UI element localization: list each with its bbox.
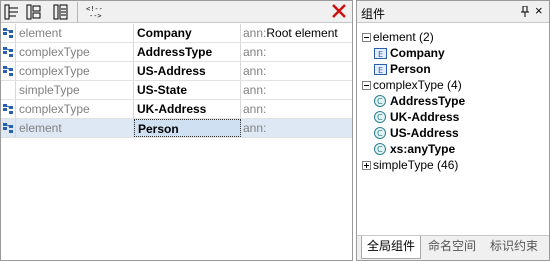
tree-group-simpletype[interactable]: simpleType (46) <box>362 157 458 173</box>
tree-item-label: xs:anyType <box>390 142 456 156</box>
table-row[interactable]: complexType AddressType ann: <box>1 43 352 62</box>
annotation-value: Root element <box>266 26 338 40</box>
tree-group-label: simpleType (46) <box>373 158 459 172</box>
component-kind: complexType <box>16 43 134 61</box>
element-icon: E <box>373 47 387 59</box>
svg-text:-->: --> <box>89 12 102 20</box>
panel-title-bar: 组件 × <box>357 1 549 23</box>
svg-text:C: C <box>377 97 383 106</box>
annotation-cell[interactable]: ann: <box>241 100 352 118</box>
component-link-icon[interactable] <box>1 119 16 137</box>
svg-text:E: E <box>378 50 383 59</box>
comment-icon[interactable]: <!-- --> <box>84 3 106 21</box>
component-kind: complexType <box>16 100 134 118</box>
component-link-icon[interactable] <box>1 100 16 118</box>
tree-item[interactable]: C UK-Address <box>373 109 459 125</box>
table-row[interactable]: complexType UK-Address ann: <box>1 100 352 119</box>
list-view-icon[interactable] <box>52 3 70 21</box>
tab-global-components[interactable]: 全局组件 <box>361 236 421 259</box>
annotation-cell[interactable]: ann: <box>241 81 352 99</box>
annotation-cell[interactable]: ann: <box>241 119 352 137</box>
component-link-icon[interactable] <box>1 43 16 61</box>
svg-text:C: C <box>377 113 383 122</box>
toolbar: <!-- --> <box>1 1 352 23</box>
tree-item[interactable]: C xs:anyType <box>373 141 455 157</box>
components-panel: 组件 × element (2) E Company E Person comp… <box>356 0 550 261</box>
annotation-label: ann: <box>243 64 267 78</box>
schema-overview-pane: <!-- --> element Company ann:Root element… <box>0 0 353 261</box>
annotation-cell[interactable]: ann: <box>241 43 352 61</box>
annotation-label: ann: <box>243 121 267 135</box>
complex-type-icon: C <box>373 95 387 107</box>
annotation-cell[interactable]: ann:Root element <box>241 24 352 42</box>
tree-item[interactable]: C AddressType <box>373 93 465 109</box>
component-link-icon[interactable] <box>1 62 16 80</box>
insert-component-icon[interactable] <box>3 3 21 21</box>
tree-item[interactable]: C US-Address <box>373 125 459 141</box>
complex-type-icon: C <box>373 111 387 123</box>
tree-item[interactable]: E Person <box>373 61 431 77</box>
tree-item-label: UK-Address <box>390 110 460 124</box>
panel-title: 组件 <box>361 7 386 21</box>
svg-text:C: C <box>377 129 383 138</box>
close-icon[interactable]: × <box>535 4 543 18</box>
table-row[interactable]: complexType US-Address ann: <box>1 62 352 81</box>
element-icon: E <box>373 63 387 75</box>
tree-item-label: US-Address <box>390 126 459 140</box>
toolbar-separator <box>77 2 78 22</box>
annotation-label: ann: <box>243 83 267 97</box>
complex-type-icon: C <box>373 127 387 139</box>
table-row[interactable]: element Company ann:Root element <box>1 24 352 43</box>
tree-group-element[interactable]: element (2) <box>362 29 434 45</box>
expand-icon[interactable] <box>362 160 371 170</box>
component-name[interactable]: UK-Address <box>134 100 241 118</box>
component-grid: element Company ann:Root element complex… <box>1 24 352 138</box>
component-name[interactable]: Company <box>134 24 241 42</box>
pin-icon[interactable] <box>520 5 530 18</box>
tree-item-label: AddressType <box>390 94 466 108</box>
tree-item[interactable]: E Company <box>373 45 445 61</box>
table-row[interactable]: simpleType US-State ann: <box>1 81 352 100</box>
component-kind: simpleType <box>16 81 134 99</box>
component-name[interactable]: US-Address <box>134 62 241 80</box>
tab-namespaces[interactable]: 命名空间 <box>422 236 482 259</box>
tree-item-label: Person <box>390 62 431 76</box>
collapse-icon[interactable] <box>362 80 371 90</box>
tree-item-label: Company <box>390 46 445 60</box>
tree-group-complextype[interactable]: complexType (4) <box>362 77 462 93</box>
tab-identity-constraints[interactable]: 标识约束 <box>483 236 545 259</box>
component-kind: element <box>16 24 134 42</box>
component-name-editing[interactable]: Person <box>134 119 241 137</box>
component-name[interactable]: AddressType <box>134 43 241 61</box>
delete-component-icon[interactable] <box>331 3 347 21</box>
component-kind: complexType <box>16 62 134 80</box>
component-kind: element <box>16 119 134 137</box>
collapse-icon[interactable] <box>362 32 371 42</box>
annotation-label: ann: <box>243 45 267 59</box>
component-name[interactable]: US-State <box>134 81 241 99</box>
component-link-icon[interactable] <box>1 24 16 42</box>
complex-type-icon: C <box>373 143 387 155</box>
annotation-cell[interactable]: ann: <box>241 62 352 80</box>
annotation-label: ann: <box>243 102 267 116</box>
append-component-icon[interactable] <box>25 3 43 21</box>
svg-text:C: C <box>377 145 383 154</box>
annotation-label: ann: <box>243 26 267 40</box>
tree-group-label: element (2) <box>373 30 434 44</box>
svg-text:E: E <box>378 66 383 75</box>
panel-tabs: 全局组件 命名空间 标识约束 <box>357 235 549 260</box>
row-icon-blank <box>1 81 16 99</box>
tree-group-label: complexType (4) <box>373 78 462 92</box>
table-row-selected[interactable]: element Person ann: <box>1 119 352 138</box>
